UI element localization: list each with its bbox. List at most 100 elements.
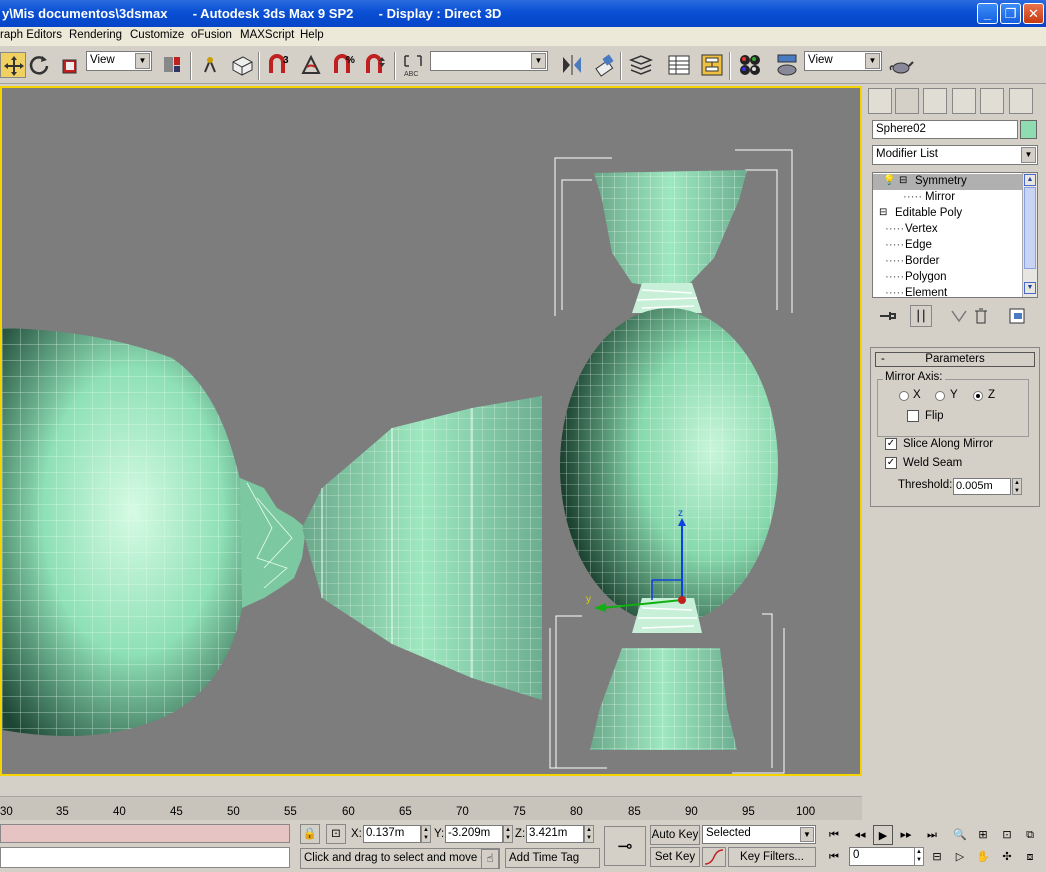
utilities-tab-icon[interactable] <box>1009 88 1033 114</box>
display-tab-icon[interactable] <box>980 88 1004 114</box>
percent-snap-icon[interactable]: % <box>331 52 357 78</box>
auto-key-button[interactable]: Auto Key <box>650 825 700 845</box>
set-key-icon[interactable]: ⊸ <box>604 826 646 866</box>
stack-item-mirror[interactable]: ····· Mirror <box>873 190 1023 206</box>
layer-manager-icon[interactable] <box>628 52 654 78</box>
edit-named-selection-icon[interactable]: ABC <box>400 52 426 78</box>
menu-maxscript[interactable]: MAXScript <box>240 29 294 41</box>
spinner-snap-icon[interactable] <box>363 52 389 78</box>
frame-spinner[interactable]: ▲ ▼ <box>914 847 924 866</box>
snap-3d-icon[interactable]: 3 <box>266 52 292 78</box>
menu-rendering[interactable]: Rendering <box>69 29 122 41</box>
key-mode-dropdown[interactable]: Selected ▼ <box>702 825 816 844</box>
render-scene-icon[interactable] <box>774 52 800 78</box>
threshold-spinner[interactable]: ▲ ▼ <box>1012 478 1022 495</box>
close-button[interactable]: ✕ <box>1023 3 1044 24</box>
collapse-icon[interactable]: ⊟ <box>879 207 887 218</box>
schematic-view-icon[interactable] <box>699 52 725 78</box>
zoom-extents-icon[interactable]: ⊡ <box>997 825 1017 845</box>
menu-graph-editors[interactable]: raph Editors <box>0 29 62 41</box>
angle-snap-icon[interactable] <box>299 52 325 78</box>
previous-frame-icon[interactable]: ◂◂ <box>850 825 870 845</box>
z-coord-field[interactable]: 3.421m <box>526 825 584 843</box>
go-to-end-icon[interactable]: ⏭ <box>922 825 942 845</box>
arc-rotate-icon[interactable]: ✣ <box>997 847 1017 867</box>
maximize-button[interactable]: ❐ <box>1000 3 1021 24</box>
select-scale-icon[interactable] <box>57 52 83 78</box>
minimize-button[interactable]: _ <box>977 3 998 24</box>
make-unique-icon[interactable] <box>948 305 970 327</box>
align-icon[interactable] <box>592 52 618 78</box>
remove-modifier-icon[interactable] <box>970 305 992 327</box>
current-frame-field[interactable]: 0 <box>849 847 924 866</box>
weld-seam-checkbox[interactable]: ✓ <box>885 457 897 469</box>
axis-x-radio[interactable] <box>899 391 909 401</box>
menu-ofusion[interactable]: oFusion <box>191 29 232 41</box>
stack-item-editable-poly[interactable]: ⊟ Editable Poly <box>873 206 1023 222</box>
modifier-list-dropdown[interactable]: Modifier List ▼ <box>872 145 1038 165</box>
show-end-result-icon[interactable] <box>910 305 932 327</box>
axis-y-radio[interactable] <box>935 391 945 401</box>
create-tab-icon[interactable] <box>868 88 892 114</box>
maxscript-input-bar[interactable] <box>0 847 290 868</box>
select-rotate-icon[interactable] <box>26 52 52 78</box>
flip-checkbox[interactable] <box>907 410 919 422</box>
stack-item-border[interactable]: ····· Border <box>873 254 1023 270</box>
reference-coordinate-dropdown[interactable]: View ▼ <box>86 51 152 71</box>
timeline-ruler[interactable]: 30 35 40 45 50 55 60 65 70 75 80 85 90 9… <box>0 796 862 820</box>
stack-item-symmetry[interactable]: 💡 ⊟ Symmetry <box>873 174 1023 190</box>
set-key-button[interactable]: Set Key <box>650 847 700 867</box>
z-spinner[interactable]: ▲ ▼ <box>584 825 594 843</box>
zoom-all-icon[interactable]: ⊞ <box>973 825 993 845</box>
motion-tab-icon[interactable] <box>952 88 976 114</box>
stack-item-polygon[interactable]: ····· Polygon <box>873 270 1023 286</box>
configure-modifier-sets-icon[interactable] <box>1006 305 1028 327</box>
y-spinner[interactable]: ▲ ▼ <box>503 825 513 843</box>
mirror-icon[interactable] <box>559 52 585 78</box>
key-mode-toggle-icon[interactable]: ⏮ <box>824 847 844 867</box>
select-move-icon[interactable] <box>0 52 26 78</box>
scroll-up-icon[interactable]: ▲ <box>1024 174 1036 186</box>
parameters-rollout-header[interactable]: - Parameters <box>875 352 1035 367</box>
maxscript-listener-bar[interactable] <box>0 824 290 843</box>
slice-along-mirror-checkbox[interactable]: ✓ <box>885 438 897 450</box>
play-icon[interactable]: ▶ <box>873 825 893 845</box>
pivot-center-icon[interactable] <box>160 52 186 78</box>
next-frame-icon[interactable]: ▸▸ <box>896 825 916 845</box>
modify-tab-icon[interactable] <box>895 88 919 114</box>
keyboard-shortcut-icon[interactable] <box>229 52 255 78</box>
field-of-view-icon[interactable]: ▷ <box>950 847 970 867</box>
maximize-viewport-icon[interactable]: ⧈ <box>1020 847 1040 867</box>
zoom-extents-all-icon[interactable]: ⧉ <box>1020 825 1040 845</box>
default-tangent-icon[interactable] <box>702 847 726 867</box>
x-coord-field[interactable]: 0.137m <box>363 825 421 843</box>
hierarchy-tab-icon[interactable] <box>923 88 947 114</box>
x-spinner[interactable]: ▲ ▼ <box>421 825 431 843</box>
y-coord-field[interactable]: -3.209m <box>445 825 503 843</box>
selection-lock-icon[interactable]: ☝ <box>481 849 499 869</box>
quick-render-teapot-icon[interactable] <box>888 52 914 78</box>
pan-hand-icon[interactable]: ✋ <box>973 847 993 867</box>
threshold-field[interactable]: 0.005m <box>953 478 1011 495</box>
zoom-icon[interactable]: 🔍 <box>950 825 970 845</box>
key-filters-button[interactable]: Key Filters... <box>728 847 816 867</box>
menu-customize[interactable]: Customize <box>130 29 184 41</box>
scroll-thumb[interactable] <box>1024 187 1036 269</box>
stack-item-edge[interactable]: ····· Edge <box>873 238 1023 254</box>
collapse-icon[interactable]: ⊟ <box>899 175 907 186</box>
axis-z-radio[interactable] <box>973 391 983 401</box>
time-configuration-icon[interactable]: ⊟ <box>927 847 947 867</box>
lightbulb-icon[interactable]: 💡 <box>883 175 895 186</box>
absolute-mode-icon[interactable]: ⊡ <box>326 824 346 844</box>
curve-editor-icon[interactable] <box>666 52 692 78</box>
perspective-viewport[interactable]: z y <box>0 86 862 776</box>
object-name-field[interactable]: Sphere02 <box>872 120 1018 139</box>
material-editor-icon[interactable] <box>737 52 763 78</box>
stack-scrollbar[interactable]: ▲ ▼ <box>1022 173 1037 297</box>
object-color-swatch[interactable] <box>1020 120 1037 139</box>
lock-selection-icon[interactable]: 🔒 <box>300 824 320 844</box>
stack-item-element[interactable]: ····· Element <box>873 286 1023 297</box>
manipulate-icon[interactable] <box>197 52 223 78</box>
add-time-tag-button[interactable]: Add Time Tag <box>505 848 600 868</box>
menu-help[interactable]: Help <box>300 29 324 41</box>
